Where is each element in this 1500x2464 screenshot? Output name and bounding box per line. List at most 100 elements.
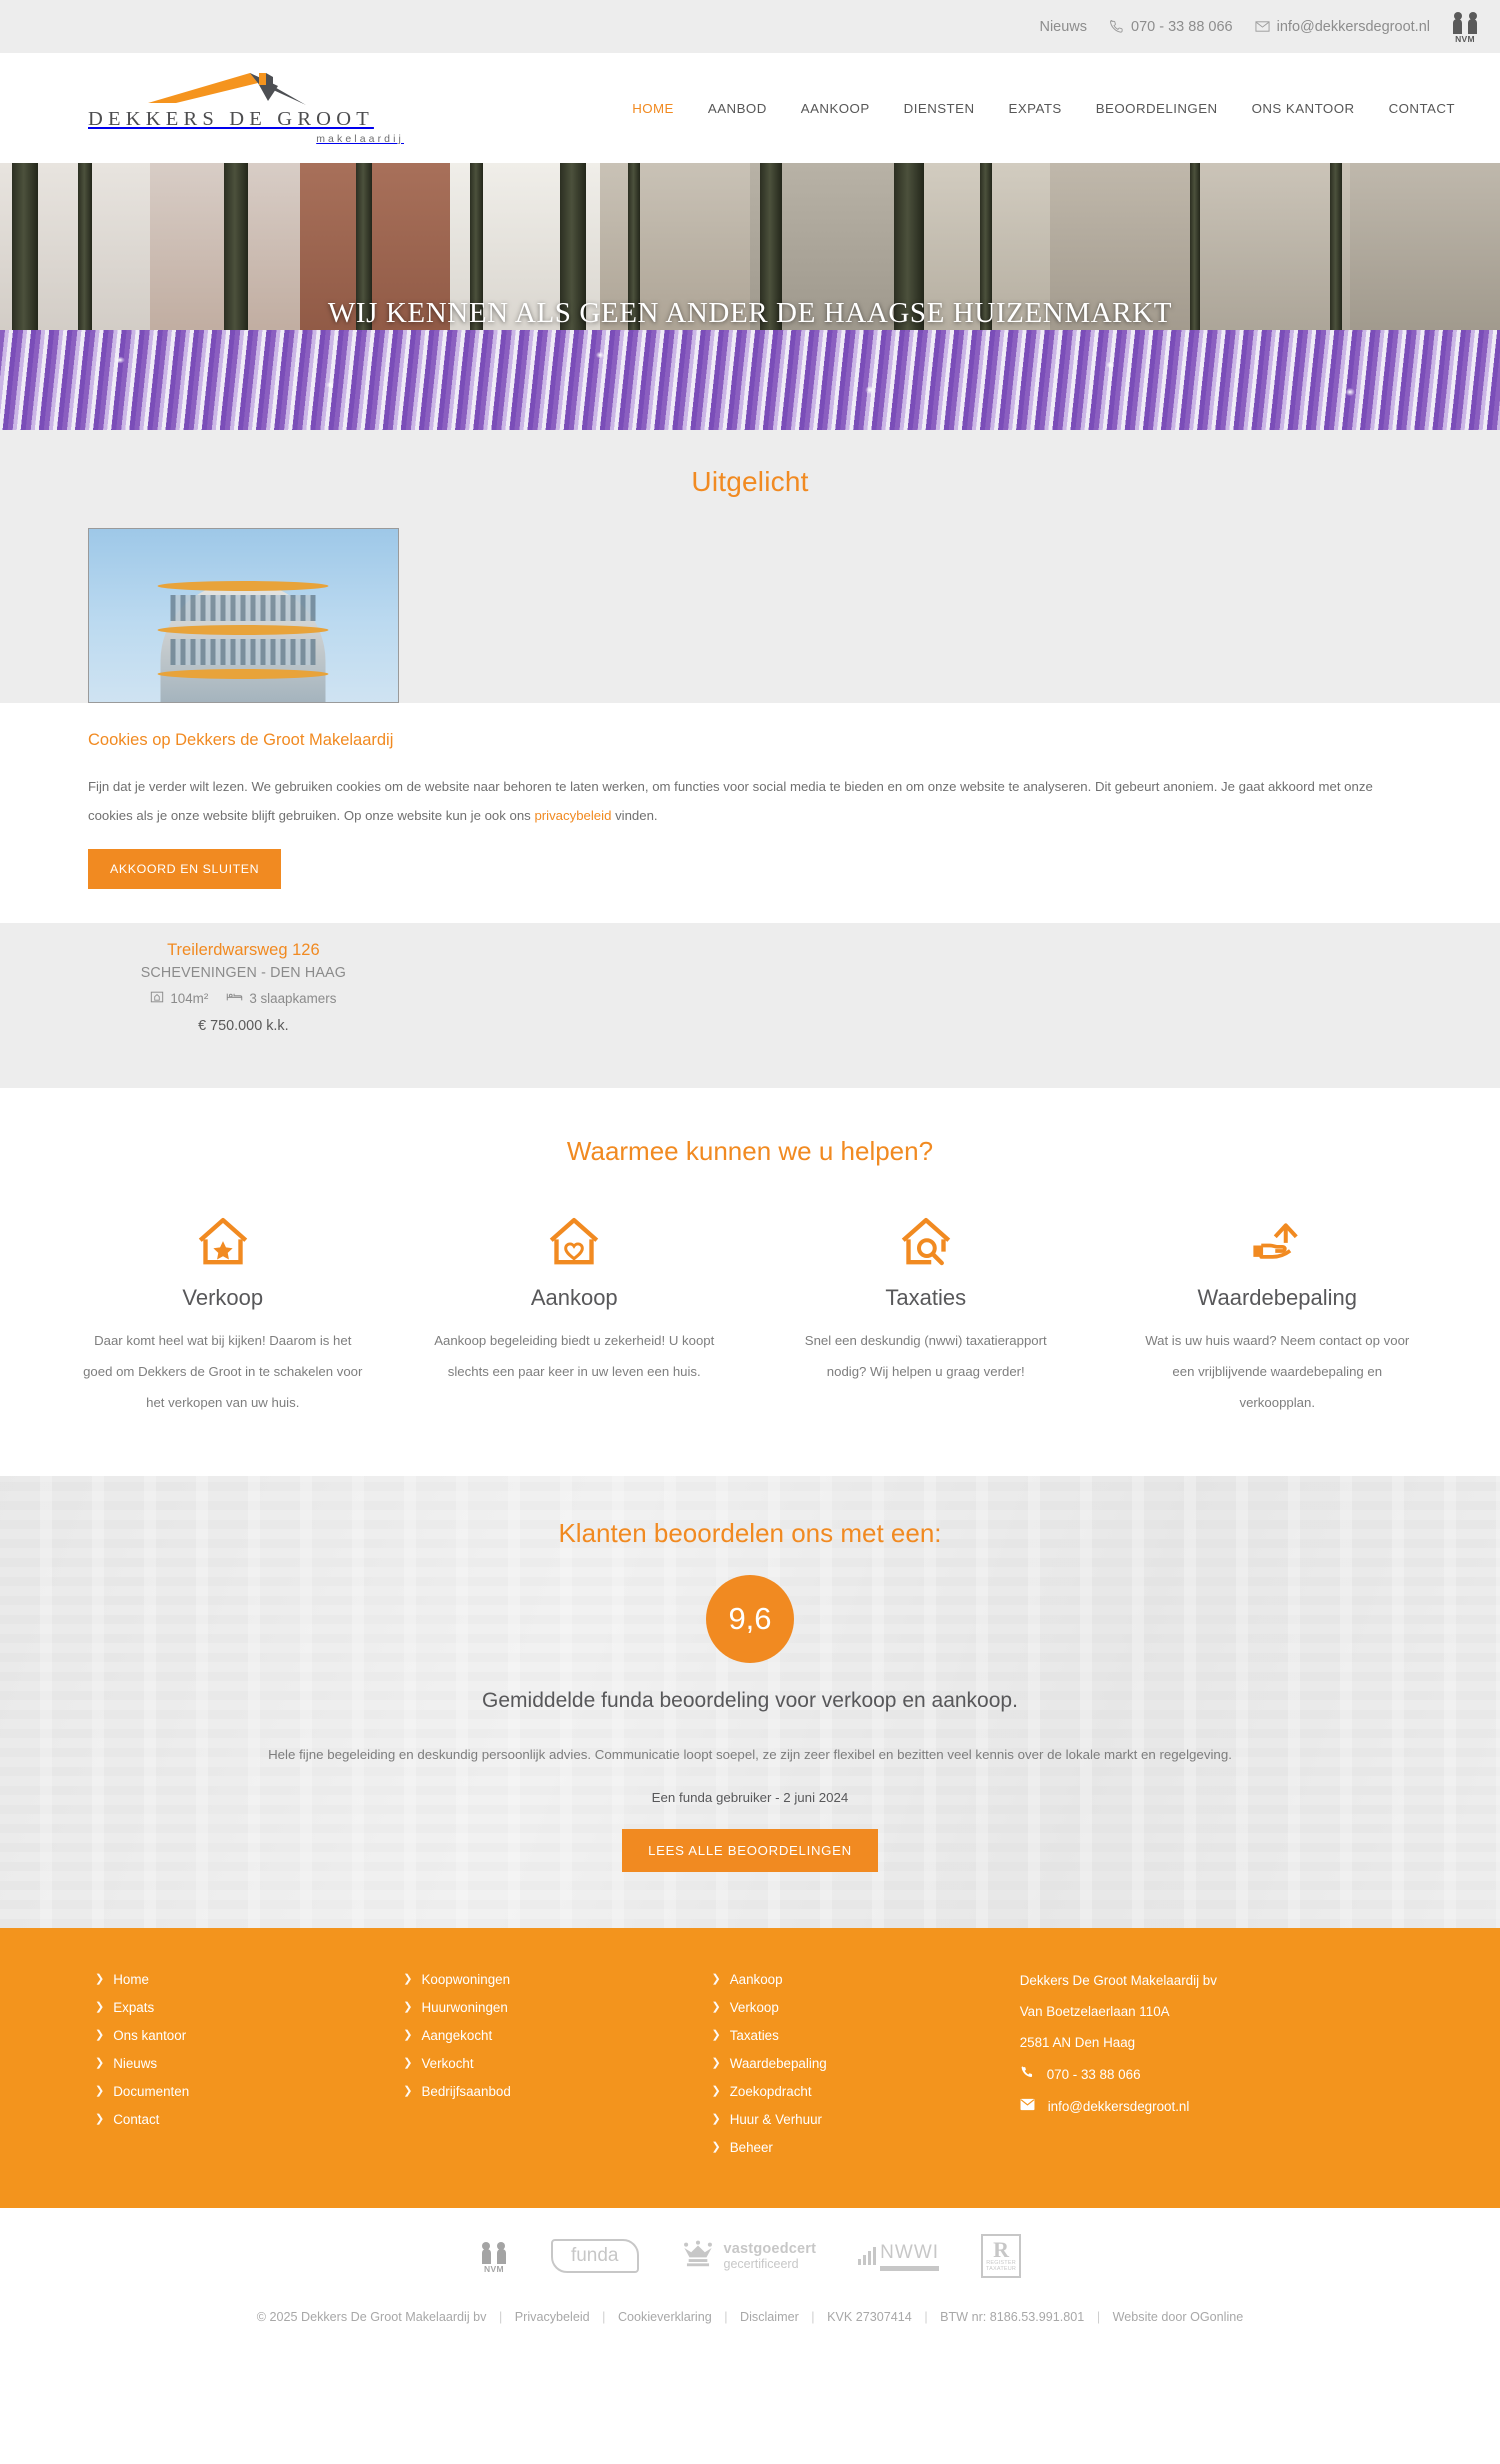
property-slot-2 — [426, 941, 737, 1034]
service-card-aankoop[interactable]: Aankoop Aankoop begeleiding biedt u zeke… — [412, 1207, 738, 1418]
register-taxateur-logo: R REGISTER TAXATEUR — [981, 2234, 1022, 2278]
read-all-reviews-button[interactable]: LEES ALLE BEOORDELINGEN — [622, 1829, 878, 1872]
list-item[interactable]: ❯ Huur & Verhuur — [711, 2112, 1019, 2127]
featured-card-empty-2 — [426, 528, 737, 703]
list-item[interactable]: ❯ Ons kantoor — [95, 2028, 403, 2043]
list-item[interactable]: ❯ Aangekocht — [403, 2028, 711, 2043]
nav-item-contact[interactable]: CONTACT — [1372, 101, 1472, 116]
footer-link: ❯ Taxaties — [711, 2028, 1019, 2043]
footer-link-label: Koopwoningen — [421, 1972, 511, 1987]
footer-link-label: Waardebepaling — [729, 2056, 827, 2071]
privacybeleid-link[interactable]: Privacybeleid — [515, 2310, 590, 2324]
footer-link: ❯ Home — [95, 1972, 403, 1987]
footer-link: ❯ Bedrijfsaanbod — [403, 2084, 711, 2099]
register-line2: TAXATEUR — [985, 2266, 1017, 2272]
featured-heading: Uitgelicht — [691, 466, 809, 497]
list-item[interactable]: ❯ Documenten — [95, 2084, 403, 2099]
site-footer: ❯ Home ❯ Expats ❯ Ons kantoor ❯ Nieuws ❯ Docu… — [0, 1928, 1500, 2208]
list-item[interactable]: ❯ Zoekopdracht — [711, 2084, 1019, 2099]
chevron-right-icon: ❯ — [711, 1973, 721, 1985]
bed-icon — [226, 990, 243, 1007]
disclaimer-link[interactable]: Disclaimer — [740, 2310, 799, 2324]
cookie-consent-banner: Cookies op Dekkers de Groot Makelaardij … — [0, 703, 1500, 923]
nwwi-bars-icon — [858, 2247, 877, 2265]
list-item[interactable]: ❯ Expats — [95, 2000, 403, 2015]
footer-link-label: Aankoop — [729, 1972, 783, 1987]
footer-link: ❯ Expats — [95, 2000, 403, 2015]
list-item[interactable]: ❯ Aankoop — [711, 1972, 1019, 1987]
property-area-value: 104m² — [170, 991, 209, 1006]
hero-crocus-field — [0, 330, 1500, 430]
reviews-subtitle: Gemiddelde funda beoordeling voor verkoo… — [482, 1689, 1018, 1712]
list-item[interactable]: ❯ Verkocht — [403, 2056, 711, 2071]
footer-email-row[interactable]: info@dekkersdegroot.nl — [1020, 2098, 1405, 2116]
list-item[interactable]: ❯ Taxaties — [711, 2028, 1019, 2043]
service-card-verkoop[interactable]: Verkoop Daar komt heel wat bij kijken! D… — [60, 1207, 386, 1418]
list-item[interactable]: ❯ Contact — [95, 2112, 403, 2127]
cookie-text-part1: Fijn dat je verder wilt lezen. We gebrui… — [88, 779, 1373, 823]
nav-item-home[interactable]: HOME — [615, 101, 691, 116]
footer-link-label: Documenten — [113, 2084, 190, 2099]
envelope-icon — [1255, 19, 1270, 34]
property-slot-4 — [1101, 941, 1412, 1034]
property-street[interactable]: Treilerdwarsweg 126 — [88, 941, 399, 960]
list-item[interactable]: ❯ Verkoop — [711, 2000, 1019, 2015]
chevron-right-icon: ❯ — [403, 2001, 413, 2013]
funda-logo: funda — [550, 2239, 639, 2273]
footer-link: ❯ Verkoop — [711, 2000, 1019, 2015]
nav-item-ons-kantoor[interactable]: ONS KANTOOR — [1235, 101, 1372, 116]
footer-link-label: Home — [113, 1972, 149, 1987]
service-card-waardebepaling[interactable]: Waardebepaling Wat is uw huis waard? Nee… — [1115, 1207, 1441, 1418]
property-area-spec: 104m² — [150, 990, 208, 1007]
footer-email-address: info@dekkersdegroot.nl — [1047, 2099, 1190, 2114]
nav-item-aankoop[interactable]: AANKOOP — [784, 101, 887, 116]
footer-column-aanbod: ❯ Koopwoningen ❯ Huurwoningen ❯ Aangekocht … — [403, 1972, 711, 2168]
footer-street-address: Van Boetzelaerlaan 110A — [1019, 2004, 1170, 2019]
separator: | — [498, 2310, 503, 2324]
nvm-label: NVM — [1455, 34, 1475, 44]
list-item[interactable]: ❯ Koopwoningen — [403, 1972, 711, 1987]
topbar-phone-link[interactable]: 070 - 33 88 066 — [1109, 19, 1233, 35]
nav-item-beoordelingen[interactable]: BEOORDELINGEN — [1079, 101, 1235, 116]
list-item[interactable]: ❯ Huurwoningen — [403, 2000, 711, 2015]
list-item[interactable]: ❯ Waardebepaling — [711, 2056, 1019, 2071]
property-details: Treilerdwarsweg 126 SCHEVENINGEN - DEN H… — [88, 941, 399, 1034]
chevron-right-icon: ❯ — [95, 2029, 105, 2041]
topbar-news-label: Nieuws — [1039, 18, 1088, 35]
footer-phone-row[interactable]: 070 - 33 88 066 — [1020, 2065, 1405, 2084]
hero-headline: WIJ KENNEN ALS GEEN ANDER DE HAAGSE HUIZ… — [327, 297, 1173, 329]
nav-item-diensten[interactable]: DIENSTEN — [887, 101, 992, 116]
nav-item-aanbod[interactable]: AANBOD — [691, 101, 784, 116]
footer-link: ❯ Documenten — [95, 2084, 403, 2099]
nav-item-expats[interactable]: EXPATS — [992, 101, 1079, 116]
privacy-policy-link[interactable]: privacybeleid — [534, 808, 611, 823]
featured-section: Uitgelicht — [0, 430, 1500, 703]
list-item[interactable]: ❯ Bedrijfsaanbod — [403, 2084, 711, 2099]
footer-link: ❯ Aankoop — [711, 1972, 1019, 1987]
footer-link: ❯ Koopwoningen — [403, 1972, 711, 1987]
footer-link-label: Huurwoningen — [421, 2000, 508, 2015]
service-title: Verkoop — [182, 1285, 264, 1310]
property-slot-3 — [764, 941, 1075, 1034]
site-logo[interactable]: DEKKERS DE GROOT makelaardij — [88, 71, 408, 145]
hero-banner: WIJ KENNEN ALS GEEN ANDER DE HAAGSE HUIZ… — [0, 163, 1500, 430]
nvm-logo-label: NVM — [484, 2263, 504, 2274]
featured-card-empty-4 — [1101, 528, 1412, 703]
topbar-email-link[interactable]: info@dekkersdegroot.nl — [1255, 19, 1430, 35]
property-price: € 750.000 k.k. — [198, 1018, 289, 1034]
topbar-news-link[interactable]: Nieuws — [1039, 19, 1087, 35]
kvk-number: KVK 27307414 — [827, 2310, 912, 2324]
list-item[interactable]: ❯ Beheer — [711, 2140, 1019, 2155]
list-item[interactable]: ❯ Home — [95, 1972, 403, 1987]
chevron-right-icon: ❯ — [711, 2001, 721, 2013]
service-card-taxaties[interactable]: Taxaties Snel een deskundig (nwwi) taxat… — [763, 1207, 1089, 1418]
chevron-right-icon: ❯ — [95, 2057, 105, 2069]
accept-cookies-button[interactable]: AKKOORD EN SLUITEN — [88, 849, 282, 889]
separator: | — [811, 2310, 815, 2324]
featured-card[interactable] — [88, 528, 399, 703]
property-photo[interactable] — [88, 528, 399, 703]
list-item[interactable]: ❯ Nieuws — [95, 2056, 403, 2071]
cookieverklaring-link[interactable]: Cookieverklaring — [618, 2310, 712, 2324]
website-by-link[interactable]: Website door OGonline — [1113, 2310, 1244, 2324]
footer-company-name: Dekkers De Groot Makelaardij bv — [1019, 1973, 1217, 1988]
